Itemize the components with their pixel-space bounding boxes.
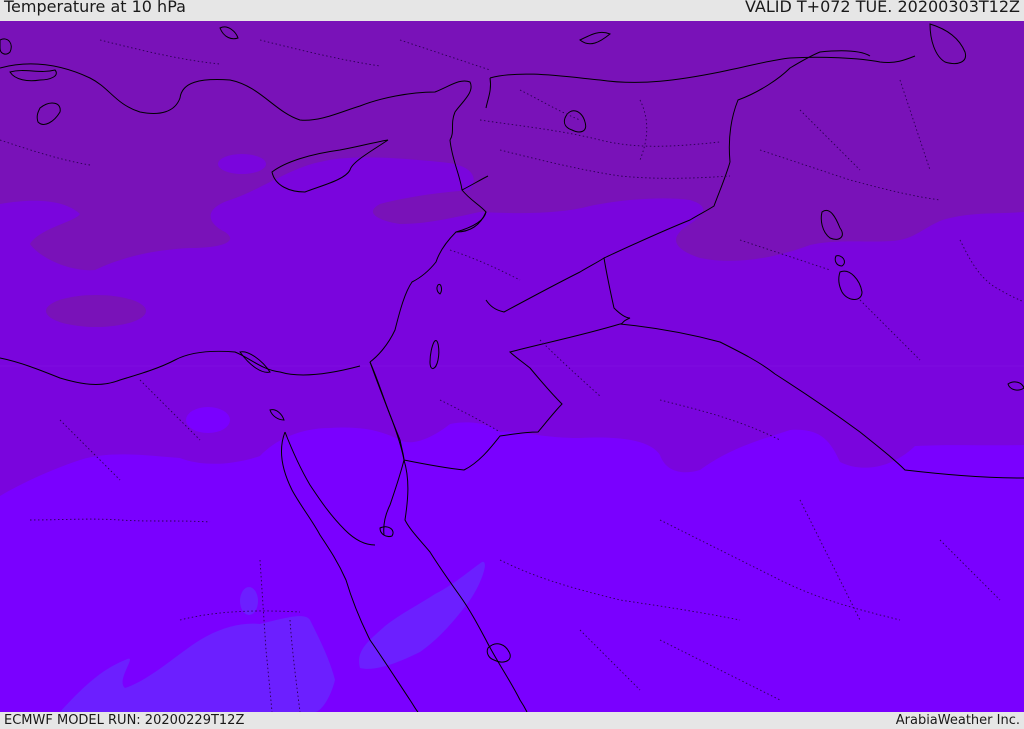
footer-bar: ECMWF MODEL RUN: 20200229T12Z ArabiaWeat… [0,712,1024,729]
map-title: Temperature at 10 hPa [4,0,186,16]
valid-time-label: VALID T+072 TUE. 20200303T12Z [744,0,1020,16]
map-canvas [0,21,1024,712]
credit-label: ArabiaWeather Inc. [895,713,1020,728]
temperature-map [0,21,1024,712]
model-run-label: ECMWF MODEL RUN: 20200229T12Z [4,713,245,728]
band-southwest-spot [240,587,258,615]
weather-map-page: Temperature at 10 hPa VALID T+072 TUE. 2… [0,0,1024,729]
band-patch-west-sea [46,295,146,327]
band-patch-egypt-north [186,407,230,433]
header-bar: Temperature at 10 hPa VALID T+072 TUE. 2… [0,0,1024,21]
band-patch-cyprus-south [218,154,266,174]
